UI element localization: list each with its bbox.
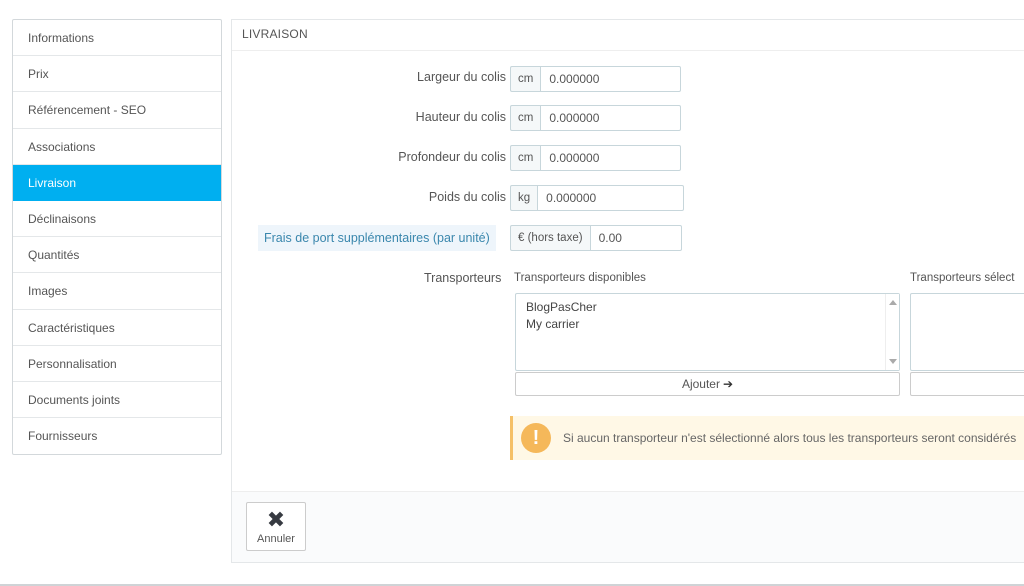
weight-label: Poids du colis xyxy=(428,190,506,204)
height-label: Hauteur du colis xyxy=(415,110,506,124)
width-input-group: cm xyxy=(510,66,682,92)
warning-icon: ! xyxy=(521,423,551,453)
available-carriers-label: Transporteurs disponibles xyxy=(514,272,646,284)
depth-label: Profondeur du colis xyxy=(398,150,506,164)
selected-carriers-label: Transporteurs sélect xyxy=(910,272,1015,284)
available-carriers-list[interactable]: BlogPasCher My carrier xyxy=(515,293,900,371)
panel-title: LIVRAISON xyxy=(232,20,1024,51)
weight-row: Poids du colis xyxy=(300,186,506,212)
height-row: Hauteur du colis xyxy=(300,106,506,132)
list-item[interactable]: My carrier xyxy=(516,316,899,333)
extra-fees-unit: € (hors taxe) xyxy=(510,225,590,251)
extra-fees-input-group: € (hors taxe) xyxy=(510,225,682,251)
sidebar-item-livraison[interactable]: Livraison xyxy=(13,164,221,201)
panel-footer: ✖ Annuler xyxy=(232,491,1024,562)
sidebar-item-images[interactable]: Images xyxy=(13,273,221,310)
sidebar-item-declinaisons[interactable]: Déclinaisons xyxy=(13,201,221,238)
depth-input[interactable] xyxy=(540,145,682,171)
shipping-panel: LIVRAISON ✖ Annuler xyxy=(231,19,1024,563)
height-input-group: cm xyxy=(510,105,682,131)
remove-carrier-button[interactable] xyxy=(910,372,1024,396)
arrow-right-icon: ➔ xyxy=(722,377,734,391)
sidebar-item-associations[interactable]: Associations xyxy=(13,129,221,165)
carriers-label: Transporteurs xyxy=(424,271,502,285)
list-scrollbar[interactable] xyxy=(885,294,899,370)
sidebar-item-prix[interactable]: Prix xyxy=(13,56,221,93)
cancel-button-label: Annuler xyxy=(257,533,295,545)
extra-fees-input[interactable] xyxy=(589,225,682,251)
add-carrier-button-label: Ajouter xyxy=(681,377,720,391)
warning-alert: ! Si aucun transporteur n'est sélectionn… xyxy=(510,416,1024,460)
scroll-down-icon[interactable] xyxy=(889,359,897,364)
scroll-up-icon[interactable] xyxy=(889,300,897,305)
height-input[interactable] xyxy=(540,105,682,131)
add-carrier-button[interactable]: Ajouter ➔ xyxy=(515,372,900,396)
page-frame: Informations Prix Référencement - SEO As… xyxy=(0,0,1024,586)
sidebar-item-quantites[interactable]: Quantités xyxy=(13,237,221,274)
depth-input-group: cm xyxy=(510,145,682,171)
sidebar-item-seo[interactable]: Référencement - SEO xyxy=(13,92,221,129)
width-unit: cm xyxy=(510,66,541,92)
list-item[interactable]: BlogPasCher xyxy=(516,299,899,316)
height-unit: cm xyxy=(510,105,541,131)
close-icon: ✖ xyxy=(266,507,286,532)
extra-fees-row: Frais de port supplémentaires (par unité… xyxy=(258,225,508,251)
weight-unit: kg xyxy=(510,185,538,211)
depth-unit: cm xyxy=(510,145,541,171)
sidebar-item-documents-joints[interactable]: Documents joints xyxy=(13,382,221,419)
sidebar-item-informations[interactable]: Informations xyxy=(13,20,221,57)
weight-input[interactable] xyxy=(537,185,685,211)
sidebar-item-caracteristiques[interactable]: Caractéristiques xyxy=(13,310,221,346)
depth-row: Profondeur du colis xyxy=(300,146,506,172)
sidebar-item-personnalisation[interactable]: Personnalisation xyxy=(13,346,221,382)
width-input[interactable] xyxy=(540,66,682,92)
alert-text: Si aucun transporteur n'est sélectionné … xyxy=(563,431,1017,445)
selected-carriers-list[interactable] xyxy=(910,293,1024,371)
extra-fees-label[interactable]: Frais de port supplémentaires (par unité… xyxy=(258,225,496,251)
weight-input-group: kg xyxy=(510,185,685,211)
cancel-button[interactable]: ✖ Annuler xyxy=(246,502,306,551)
width-label: Largeur du colis xyxy=(417,70,506,84)
sidebar-item-fournisseurs[interactable]: Fournisseurs xyxy=(13,418,221,454)
product-tabs-sidebar: Informations Prix Référencement - SEO As… xyxy=(12,19,222,456)
width-row: Largeur du colis xyxy=(300,66,506,92)
